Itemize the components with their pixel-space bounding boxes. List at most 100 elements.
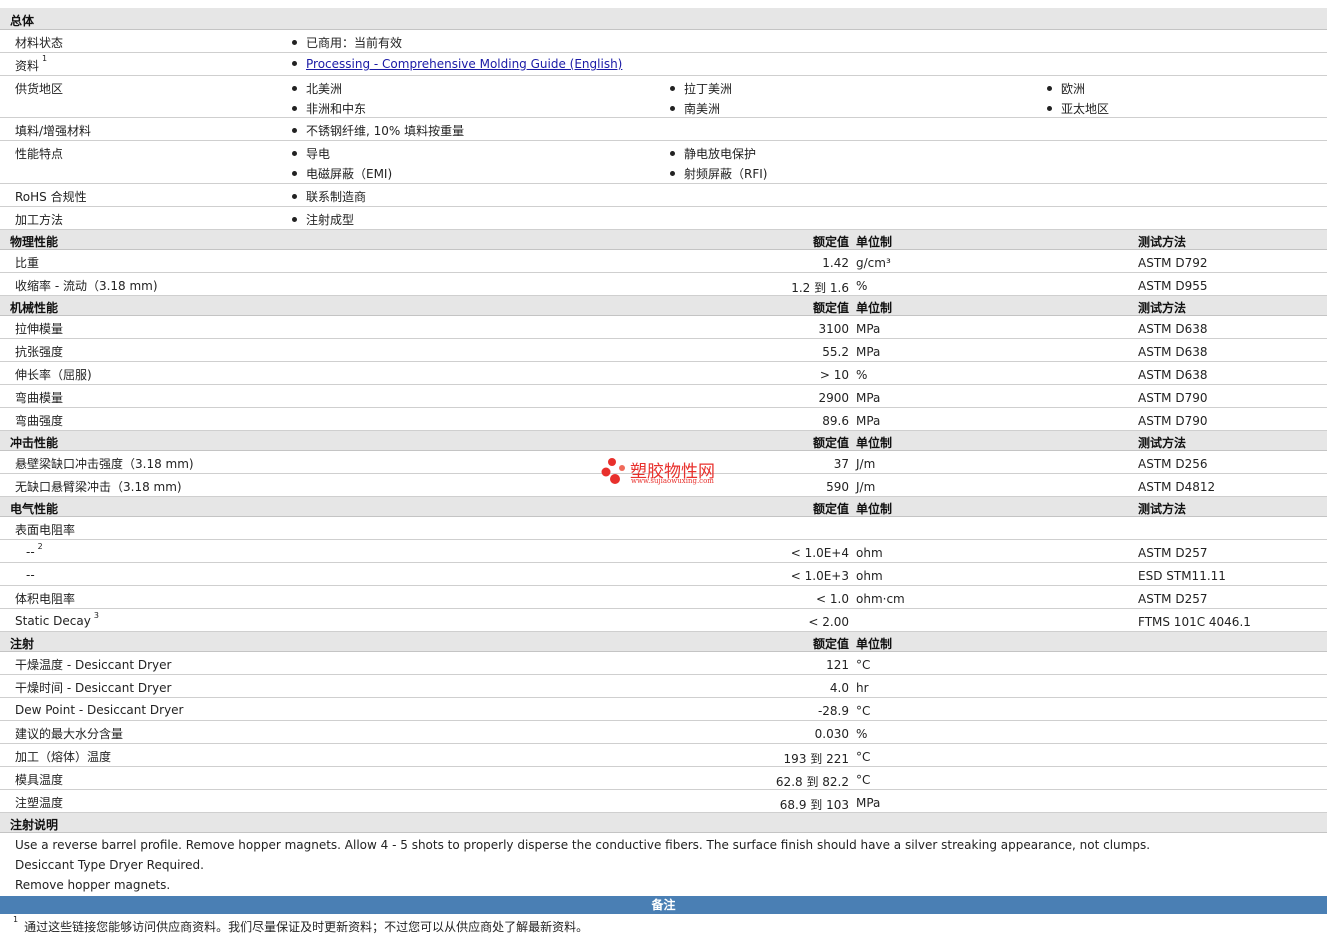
prop-value: > 10 <box>819 368 849 382</box>
prop-unit: % <box>856 279 868 293</box>
section-title: 冲击性能 <box>10 436 59 450</box>
col-header-unit: 单位制 <box>856 301 893 315</box>
table-row: 表面电阻率 <box>0 517 1327 540</box>
general-row-status: 材料状态 已商用：当前有效 <box>0 30 1327 53</box>
row-label: 填料/增强材料 <box>15 124 92 138</box>
table-row: 模具温度 62.8 到 82.2 °C <box>0 767 1327 790</box>
section-injection-notes-header: 注射说明 <box>0 813 1327 833</box>
table-row: 弯曲模量 2900 MPa ASTM D790 <box>0 385 1327 408</box>
prop-test: ASTM D4812 <box>1138 480 1216 494</box>
col-header-unit: 单位制 <box>856 235 893 249</box>
prop-test: ESD STM11.11 <box>1138 569 1226 583</box>
table-row: 弯曲强度 89.6 MPa ASTM D790 <box>0 408 1327 431</box>
feature-item: 电磁屏蔽（EMI) <box>292 165 392 182</box>
col-header-test: 测试方法 <box>1138 301 1187 315</box>
supply-region-item: 南美洲 <box>670 100 720 117</box>
prop-unit: MPa <box>856 796 881 810</box>
prop-unit: °C <box>856 704 871 718</box>
prop-unit: J/m <box>856 457 876 471</box>
note-line: Desiccant Type Dryer Required. <box>15 858 204 872</box>
prop-label: 表面电阻率 <box>15 523 76 537</box>
prop-unit: ohm <box>856 569 883 583</box>
prop-value: 37 <box>833 457 849 471</box>
prop-test: ASTM D790 <box>1138 391 1208 405</box>
prop-value: 193 到 221 <box>783 752 849 766</box>
table-row: 伸长率（屈服) > 10 % ASTM D638 <box>0 362 1327 385</box>
feature-item: 静电放电保护 <box>670 145 756 162</box>
prop-unit: °C <box>856 773 871 787</box>
prop-test: ASTM D955 <box>1138 279 1208 293</box>
prop-label: Static Decay 3 <box>15 611 99 628</box>
row-label: 供货地区 <box>15 82 64 96</box>
prop-label: 模具温度 <box>15 773 64 787</box>
col-header-unit: 单位制 <box>856 637 893 651</box>
prop-unit: °C <box>856 658 871 672</box>
section-physical-header: 物理性能 额定值 单位制 测试方法 <box>0 230 1327 250</box>
table-row: 干燥温度 - Desiccant Dryer 121 °C <box>0 652 1327 675</box>
table-row: 建议的最大水分含量 0.030 % <box>0 721 1327 744</box>
notes-body: 1通过这些链接您能够访问供应商资料。我们尽量保证及时更新资料；不过您可以从供应商… <box>0 914 1327 941</box>
col-header-value: 额定值 <box>812 235 849 249</box>
feature-item: 导电 <box>292 145 330 162</box>
dots-logo-icon <box>601 458 625 484</box>
prop-label: 抗张强度 <box>15 345 64 359</box>
prop-unit: ohm·cm <box>856 592 905 606</box>
supply-region-item: 亚太地区 <box>1047 100 1109 117</box>
prop-value: 121 <box>826 658 849 672</box>
feature-item: 射频屏蔽（RFI) <box>670 165 767 182</box>
prop-label: 弯曲模量 <box>15 391 64 405</box>
prop-unit: MPa <box>856 391 881 405</box>
col-header-test: 测试方法 <box>1138 235 1187 249</box>
prop-label: 加工（熔体）温度 <box>15 750 112 764</box>
prop-label: 拉伸模量 <box>15 322 64 336</box>
prop-unit: J/m <box>856 480 876 494</box>
general-row-docs: 资料1 Processing - Comprehensive Molding G… <box>0 53 1327 76</box>
supply-region-item: 欧洲 <box>1047 80 1085 97</box>
prop-value: 89.6 <box>822 414 849 428</box>
section-title: 注射 <box>10 637 35 651</box>
col-header-unit: 单位制 <box>856 502 893 516</box>
row-label: 资料1 <box>15 54 48 73</box>
col-header-test: 测试方法 <box>1138 502 1187 516</box>
footnote: 1通过这些链接您能够访问供应商资料。我们尽量保证及时更新资料；不过您可以从供应商… <box>13 915 589 934</box>
table-row: -- 2 < 1.0E+4 ohm ASTM D257 <box>0 540 1327 563</box>
prop-label: 干燥温度 - Desiccant Dryer <box>15 658 172 672</box>
col-header-value: 额定值 <box>812 436 849 450</box>
prop-value: 68.9 到 103 <box>779 798 849 812</box>
row-label: 性能特点 <box>15 147 64 161</box>
prop-test: ASTM D257 <box>1138 592 1208 606</box>
general-row-process: 加工方法 注射成型 <box>0 207 1327 230</box>
supply-region-item: 拉丁美洲 <box>670 80 732 97</box>
table-row: Dew Point - Desiccant Dryer -28.9 °C <box>0 698 1327 721</box>
general-row-rohs: RoHS 合规性 联系制造商 <box>0 184 1327 207</box>
prop-value: < 2.00 <box>808 615 849 629</box>
section-title: 物理性能 <box>10 235 59 249</box>
molding-guide-link[interactable]: Processing - Comprehensive Molding Guide… <box>306 57 622 71</box>
bullet-item: 已商用：当前有效 <box>292 34 402 51</box>
prop-value: 55.2 <box>822 345 849 359</box>
prop-label: 悬壁梁缺口冲击强度（3.18 mm) <box>15 457 194 471</box>
prop-label: 建议的最大水分含量 <box>15 727 124 741</box>
col-header-value: 额定值 <box>812 301 849 315</box>
prop-value: < 1.0E+4 <box>790 546 849 560</box>
table-row: -- < 1.0E+3 ohm ESD STM11.11 <box>0 563 1327 586</box>
prop-value: 2900 <box>818 391 849 405</box>
col-header-value: 额定值 <box>812 502 849 516</box>
section-mechanical-header: 机械性能 额定值 单位制 测试方法 <box>0 296 1327 316</box>
bullet-item: 注射成型 <box>292 211 354 228</box>
prop-unit: °C <box>856 750 871 764</box>
prop-unit: ohm <box>856 546 883 560</box>
table-row: 加工（熔体）温度 193 到 221 °C <box>0 744 1327 767</box>
section-impact-header: 冲击性能 额定值 单位制 测试方法 <box>0 431 1327 451</box>
injection-notes-body: Use a reverse barrel profile. Remove hop… <box>0 833 1327 896</box>
table-row: 比重 1.42 g/cm³ ASTM D792 <box>0 250 1327 273</box>
prop-value: 590 <box>826 480 849 494</box>
bullet-item: 不锈钢纤维, 10% 填料按重量 <box>292 122 464 139</box>
row-label: 加工方法 <box>15 213 64 227</box>
notes-header: 备注 <box>0 896 1327 914</box>
section-title: 总体 <box>10 14 35 28</box>
table-row: Static Decay 3 < 2.00 FTMS 101C 4046.1 <box>0 609 1327 632</box>
prop-unit: MPa <box>856 414 881 428</box>
prop-test: ASTM D792 <box>1138 256 1208 270</box>
table-row: 拉伸模量 3100 MPa ASTM D638 <box>0 316 1327 339</box>
